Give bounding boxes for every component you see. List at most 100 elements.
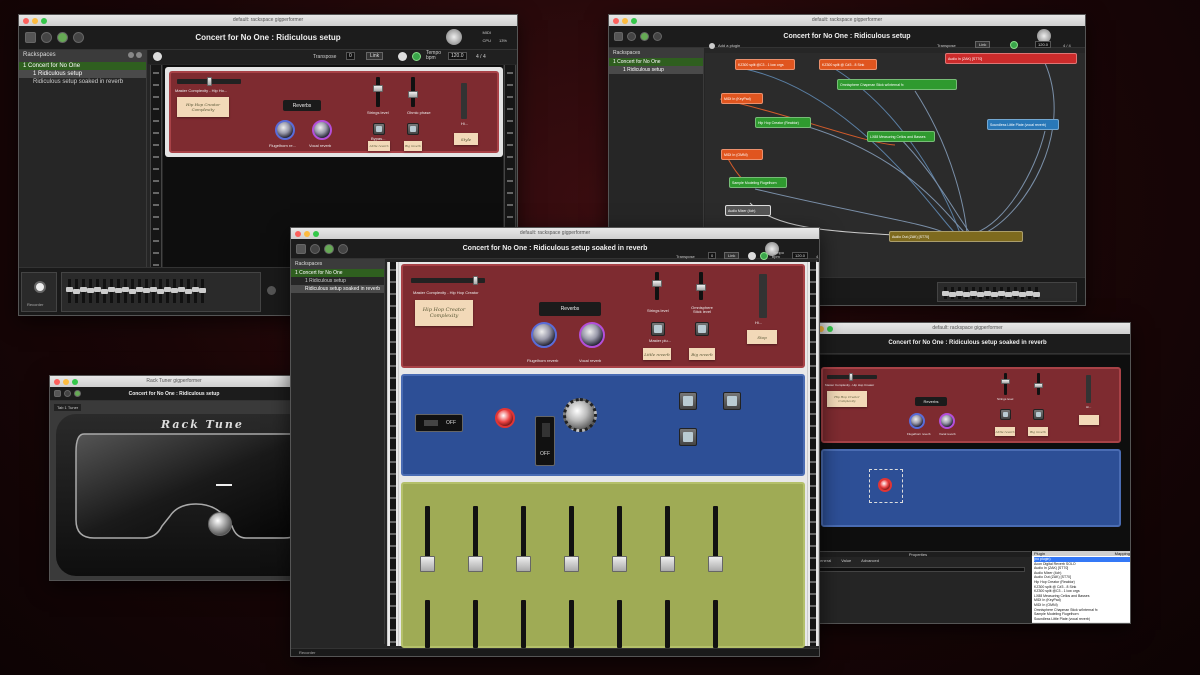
mixer-fader[interactable]	[1012, 287, 1019, 299]
plugin-node[interactable]: LX88 Measuring Cellos and Basses	[867, 131, 935, 142]
green-fader-1[interactable]	[420, 506, 435, 572]
record-button[interactable]	[412, 52, 421, 61]
mixer-fader[interactable]	[1026, 287, 1033, 299]
settings-tools-icon[interactable]	[153, 52, 162, 61]
mixer-fader[interactable]	[80, 279, 87, 303]
square-button-1[interactable]	[679, 392, 697, 410]
add-plugin-label[interactable]: Add a plugin	[718, 43, 740, 48]
green-fader-10[interactable]	[521, 600, 526, 648]
plugin-node[interactable]: KZ300 split @C3 - 1 low orgs	[735, 59, 795, 70]
plugin-node[interactable]: Sample Modeling Flugelhorn	[729, 177, 787, 188]
titlebar[interactable]: default: rackspace gigperformer	[609, 15, 1085, 26]
mixer-fader[interactable]	[1005, 287, 1012, 299]
plugin-dropdown[interactable]: (no plugin) Acon Digital Reverb SOLO Aud…	[1032, 556, 1130, 623]
mixer-fader[interactable]	[984, 287, 991, 299]
rackspace-item-concert[interactable]: 1 Concert for No One	[19, 62, 146, 70]
big-reverb-button[interactable]	[407, 123, 419, 135]
big-reverb-button[interactable]	[1033, 409, 1044, 420]
tab-tuner[interactable]: Tab 1 Tuner	[54, 404, 82, 411]
bypass-button[interactable]	[373, 123, 385, 135]
red-knob[interactable]	[878, 478, 892, 492]
bypass-button[interactable]	[1000, 409, 1011, 420]
green-fader-2[interactable]	[468, 506, 483, 572]
global-mixer-strip[interactable]	[937, 282, 1077, 302]
hi-level-fader[interactable]	[461, 83, 467, 119]
master-complexity-slider[interactable]	[411, 276, 485, 285]
mixer-fader[interactable]	[108, 279, 115, 303]
titlebar[interactable]: default: rackspace gigperformer	[19, 15, 517, 26]
record-icon[interactable]	[34, 281, 46, 293]
window-rack-tuner[interactable]: Rack Tuner gigperformer Concert for No O…	[49, 375, 299, 581]
green-fader-5[interactable]	[612, 506, 627, 572]
stick-level-fader[interactable]	[1034, 373, 1043, 395]
global-mixer-strip[interactable]	[61, 272, 261, 312]
mixer-fader[interactable]	[192, 279, 199, 303]
mixer-fader[interactable]	[87, 279, 94, 303]
record-button[interactable]	[760, 252, 768, 260]
window-soaked-in-reverb[interactable]: default: rackspace gigperformer Concert …	[290, 227, 820, 657]
add-plugin-icon[interactable]	[709, 43, 715, 49]
vocal-reverb-knob[interactable]	[939, 413, 955, 429]
variation-item-reverb[interactable]: Ridiculous setup soaked in reverb	[291, 285, 384, 293]
variation-item-ridiculous[interactable]: 1 Ridiculous setup	[609, 66, 703, 74]
plugin-node[interactable]: Audio In (ZAK) [ST70]	[945, 53, 1077, 64]
rackspace-item-concert[interactable]: 1 Concert for No One	[291, 269, 384, 277]
mixer-fader[interactable]	[101, 279, 108, 303]
time-signature[interactable]: 4 / 4	[476, 54, 486, 60]
tab-value[interactable]: Value	[841, 558, 851, 563]
link-button[interactable]: Link	[975, 41, 991, 48]
mixer-fader[interactable]	[178, 279, 185, 303]
green-fader-12[interactable]	[617, 600, 622, 648]
plugin-node[interactable]: MIDI In (KeyPad)	[721, 93, 763, 104]
green-fader-7[interactable]	[708, 506, 723, 572]
strings-level-fader[interactable]	[373, 77, 383, 107]
master-volume-knob[interactable]	[446, 29, 462, 45]
window-reverb-properties[interactable]: default: rackspace gigperformer Concert …	[804, 322, 1131, 624]
mixer-fader[interactable]	[199, 279, 206, 303]
mixer-fader[interactable]	[164, 279, 171, 303]
plugin-option[interactable]: Soundless Little Plate (vocal reverb)	[1034, 617, 1130, 622]
properties-field[interactable]	[811, 567, 1025, 572]
tab-advanced[interactable]: Advanced	[861, 558, 879, 563]
mixer-fader[interactable]	[1033, 287, 1040, 299]
green-fader-3[interactable]	[516, 506, 531, 572]
transpose-field[interactable]: 0	[346, 52, 355, 60]
variation-item-reverb[interactable]: Ridiculous setup soaked in reverb	[19, 78, 146, 86]
plugin-node[interactable]: KZ300 split @ C#3 - 8 Sink	[819, 59, 877, 70]
mixer-fader[interactable]	[956, 287, 963, 299]
play-button[interactable]	[748, 252, 756, 260]
vocal-reverb-knob[interactable]	[579, 322, 605, 348]
transpose-field[interactable]: 0	[708, 252, 717, 259]
mixer-fader[interactable]	[949, 287, 956, 299]
tempo-field[interactable]: 120.0	[792, 252, 809, 259]
mixer-fader[interactable]	[963, 287, 970, 299]
flugelhorn-reverb-knob[interactable]	[909, 413, 925, 429]
mixer-fader[interactable]	[998, 287, 1005, 299]
play-button[interactable]	[398, 52, 407, 61]
mixer-fader[interactable]	[136, 279, 143, 303]
green-fader-13[interactable]	[665, 600, 670, 648]
tempo-field[interactable]: 120.0	[448, 52, 467, 60]
mixer-fader[interactable]	[73, 279, 80, 303]
link-button[interactable]: Link	[724, 252, 740, 259]
green-fader-9[interactable]	[473, 600, 478, 648]
titlebar[interactable]: Rack Tuner gigperformer	[50, 376, 298, 387]
recorder-label[interactable]: Recorder	[299, 650, 315, 655]
green-fader-8[interactable]	[425, 600, 430, 648]
titlebar[interactable]: default: rackspace gigperformer	[291, 228, 819, 239]
mixer-fader[interactable]	[977, 287, 984, 299]
master-complexity-slider[interactable]	[827, 373, 877, 381]
mixer-fader[interactable]	[129, 279, 136, 303]
off-switch-vertical[interactable]: OFF	[535, 416, 555, 466]
green-fader-11[interactable]	[569, 600, 574, 648]
add-strip-icon[interactable]	[267, 286, 276, 295]
link-button[interactable]: Link	[366, 52, 384, 60]
variation-item-ridiculous[interactable]: 1 Ridiculous setup	[19, 70, 146, 78]
square-button-3[interactable]	[679, 428, 697, 446]
strings-level-fader[interactable]	[652, 272, 662, 300]
remove-rackspace-button[interactable]	[136, 52, 142, 58]
green-fader-6[interactable]	[660, 506, 675, 572]
plugin-node[interactable]: Soundless Little Plate (vocal reverb)	[987, 119, 1059, 130]
titlebar[interactable]: default: rackspace gigperformer	[805, 323, 1130, 334]
flugelhorn-reverb-knob[interactable]	[275, 120, 295, 140]
